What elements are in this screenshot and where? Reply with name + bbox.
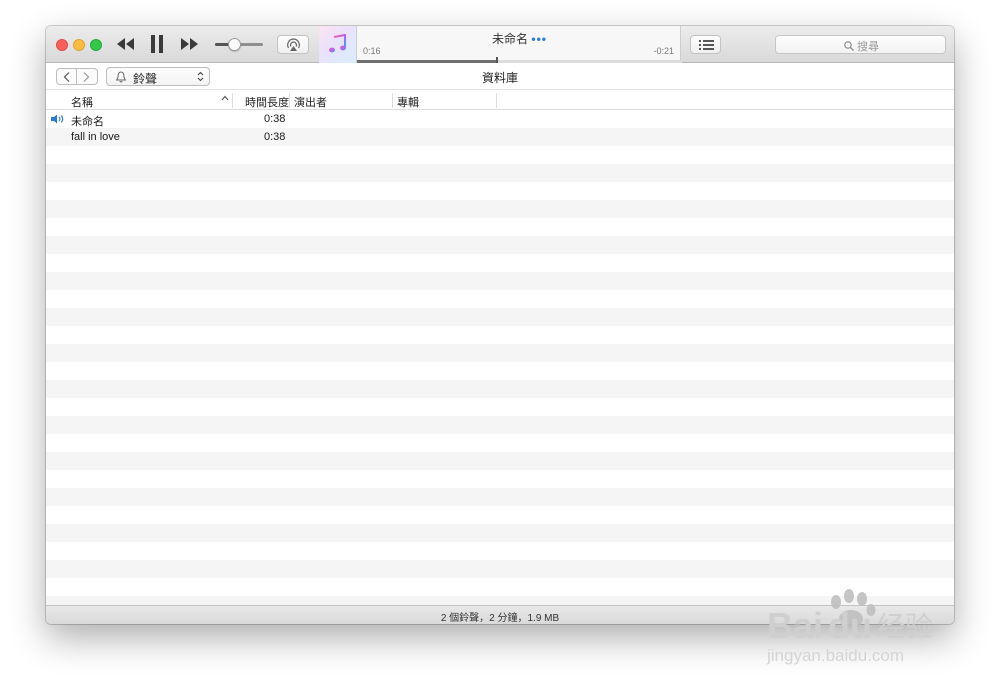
search-placeholder-line: 搜尋	[776, 38, 947, 54]
elapsed-time: 0:16	[363, 46, 381, 56]
empty-row	[46, 560, 954, 578]
column-header-album[interactable]: 專輯	[397, 94, 419, 110]
zoom-window-button[interactable]	[90, 39, 102, 51]
empty-row	[46, 416, 954, 434]
empty-row	[46, 254, 954, 272]
volume-slider-knob[interactable]	[228, 38, 242, 51]
empty-row	[46, 146, 954, 164]
track-time: 0:38	[264, 113, 286, 125]
empty-row	[46, 452, 954, 470]
baidu-jingyan-watermark: Bai du 经验 jingyan.baidu.com	[766, 589, 933, 665]
track-name: fall in love	[71, 131, 120, 143]
empty-row	[46, 434, 954, 452]
empty-row	[46, 326, 954, 344]
up-next-button[interactable]	[690, 35, 721, 54]
svg-text:经验: 经验	[877, 610, 933, 643]
table-row[interactable]: 未命名 0:38	[46, 110, 954, 128]
now-playing-title: 未命名	[492, 32, 529, 46]
rewind-icon	[117, 38, 134, 50]
fast-forward-icon	[181, 38, 198, 50]
empty-row	[46, 362, 954, 380]
empty-row	[46, 272, 954, 290]
itunes-window: 未命名 ••• 0:16 -0:21 搜尋 鈴聲 資料庫 名稱 時間長度 演出者…	[46, 26, 954, 624]
empty-row	[46, 506, 954, 524]
pause-icon	[151, 35, 163, 53]
music-note-icon	[329, 34, 346, 53]
now-playing-display: 未命名 ••• 0:16 -0:21	[356, 26, 682, 63]
volume-slider[interactable]	[215, 38, 263, 51]
track-name: 未命名	[71, 116, 104, 128]
table-row[interactable]: fall in love 0:38	[46, 128, 954, 146]
navigation-bar: 鈴聲 資料庫	[46, 63, 954, 90]
empty-row	[46, 398, 954, 416]
search-icon	[844, 41, 854, 51]
remaining-time[interactable]: -0:21	[653, 46, 674, 56]
empty-row	[46, 344, 954, 362]
empty-row	[46, 236, 954, 254]
empty-row	[46, 542, 954, 560]
empty-row	[46, 308, 954, 326]
album-artwork[interactable]	[319, 26, 356, 63]
speaker-playing-icon	[51, 114, 64, 124]
empty-row	[46, 218, 954, 236]
watermark-brand-text: Bai	[767, 605, 823, 646]
pause-button[interactable]	[150, 34, 164, 54]
empty-row	[46, 290, 954, 308]
column-header-time[interactable]: 時間長度	[245, 94, 289, 110]
next-track-button[interactable]	[179, 36, 199, 52]
track-time: 0:38	[264, 131, 286, 143]
empty-row	[46, 380, 954, 398]
close-window-button[interactable]	[56, 39, 68, 51]
svg-text:du: du	[828, 605, 872, 646]
column-divider[interactable]	[392, 93, 393, 108]
airplay-button[interactable]	[277, 35, 309, 54]
watermark-url: jingyan.baidu.com	[766, 646, 904, 665]
page-title: 資料庫	[481, 71, 518, 85]
empty-row	[46, 470, 954, 488]
empty-row	[46, 524, 954, 542]
search-placeholder: 搜尋	[857, 41, 879, 53]
empty-row	[46, 488, 954, 506]
column-header-row: 名稱 時間長度 演出者 專輯	[46, 91, 954, 110]
track-list[interactable]: 未命名 0:38 fall in love 0:38	[46, 110, 954, 605]
previous-track-button[interactable]	[116, 36, 136, 52]
column-divider[interactable]	[232, 93, 233, 108]
empty-row	[46, 182, 954, 200]
minimize-window-button[interactable]	[73, 39, 85, 51]
more-options-button[interactable]: •••	[531, 32, 547, 46]
column-header-name[interactable]: 名稱	[71, 94, 93, 110]
sort-ascending-icon[interactable]	[221, 95, 229, 101]
column-divider[interactable]	[496, 93, 497, 108]
column-header-artist[interactable]: 演出者	[294, 94, 327, 110]
empty-row	[46, 164, 954, 182]
now-playing-title-line: 未命名 •••	[357, 30, 682, 47]
list-icon	[699, 40, 714, 50]
empty-row	[46, 200, 954, 218]
toolbar: 未命名 ••• 0:16 -0:21 搜尋	[46, 26, 954, 63]
column-divider[interactable]	[289, 93, 290, 108]
airplay-icon	[287, 38, 300, 51]
search-field[interactable]: 搜尋	[775, 35, 946, 54]
